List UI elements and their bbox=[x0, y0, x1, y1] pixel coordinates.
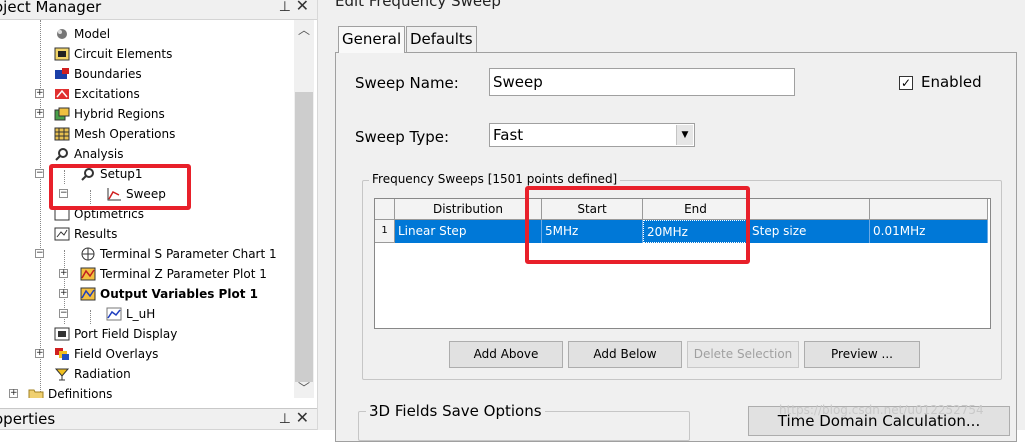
smith-chart-icon bbox=[80, 247, 96, 261]
antenna-icon bbox=[54, 367, 70, 381]
scroll-up-icon[interactable]: ︿ bbox=[294, 22, 314, 38]
sweep-type-select[interactable]: Fast ▼ bbox=[489, 123, 695, 147]
trace-icon bbox=[106, 307, 122, 321]
scrollbar-thumb[interactable] bbox=[295, 92, 313, 382]
fields-save-options-label: 3D Fields Save Options bbox=[366, 402, 545, 420]
project-tree: Model Circuit Elements + Boundaries + Ex… bbox=[0, 20, 294, 398]
sweep-grid[interactable]: Distribution Start End 1 Linear Step 5MH… bbox=[374, 198, 991, 329]
optimetrics-icon bbox=[54, 207, 70, 221]
column-header-5[interactable] bbox=[870, 199, 988, 220]
preview-button[interactable]: Preview ... bbox=[804, 341, 920, 368]
close-icon[interactable]: ✕ bbox=[296, 0, 309, 16]
port-field-icon bbox=[54, 327, 70, 341]
circuit-elements-icon bbox=[54, 47, 70, 61]
tree-connector bbox=[90, 310, 91, 324]
project-manager-pane: oject Manager ⊥ ✕ Model Circuit Elements… bbox=[0, 0, 317, 430]
folder-icon bbox=[28, 387, 44, 398]
expand-boundaries[interactable]: + bbox=[35, 89, 44, 98]
field-overlays-icon bbox=[54, 347, 70, 361]
project-manager-titlebar: oject Manager ⊥ ✕ bbox=[0, 0, 317, 20]
hybrid-regions-icon bbox=[54, 107, 70, 121]
collapse-analysis[interactable]: − bbox=[35, 169, 44, 178]
cell-start[interactable]: 5MHz bbox=[542, 220, 643, 243]
enabled-label: Enabled bbox=[921, 73, 982, 91]
sweep-type-label: Sweep Type: bbox=[355, 128, 450, 146]
row-number[interactable]: 1 bbox=[375, 220, 395, 243]
sweep-icon bbox=[106, 187, 122, 201]
tab-general[interactable]: General bbox=[338, 26, 406, 53]
expand-port-field-display[interactable]: + bbox=[35, 349, 44, 358]
magnifier-icon bbox=[80, 167, 96, 181]
column-header-distribution[interactable]: Distribution bbox=[395, 199, 542, 220]
expand-terminal-z[interactable]: + bbox=[59, 289, 68, 298]
chevron-down-icon[interactable]: ▼ bbox=[676, 125, 693, 145]
collapse-output-variables[interactable]: − bbox=[59, 309, 68, 318]
enabled-checkbox[interactable]: ✓ bbox=[899, 76, 913, 90]
collapse-results[interactable]: − bbox=[35, 249, 44, 258]
boundaries-icon bbox=[54, 67, 70, 81]
rectangular-plot-icon bbox=[80, 267, 96, 281]
properties-title: operties bbox=[0, 410, 56, 428]
frequency-sweeps-label: Frequency Sweeps [1501 points defined] bbox=[369, 172, 621, 186]
tree-scrollbar[interactable]: ︿ ﹀ bbox=[294, 20, 314, 398]
sweep-type-value: Fast bbox=[493, 126, 524, 144]
mesh-operations-icon bbox=[54, 127, 70, 141]
cell-distribution[interactable]: Linear Step bbox=[395, 220, 542, 243]
excitations-icon bbox=[54, 87, 70, 101]
cell-step-type[interactable]: Step size bbox=[749, 220, 870, 243]
cell-step-value[interactable]: 0.01MHz bbox=[870, 220, 988, 243]
scroll-down-icon[interactable]: ﹀ bbox=[294, 380, 314, 396]
model-icon bbox=[54, 27, 70, 41]
tree-connector bbox=[40, 20, 41, 398]
expand-definitions[interactable]: + bbox=[9, 389, 18, 398]
sweep-name-label: Sweep Name: bbox=[355, 74, 459, 92]
pin-icon[interactable]: ⊥ bbox=[279, 0, 291, 17]
pin-icon[interactable]: ⊥ bbox=[279, 409, 291, 429]
cell-end[interactable]: 20MHz bbox=[643, 220, 749, 243]
watermark: https://blog.csdn.net/u012252754 bbox=[779, 403, 984, 417]
delete-selection-button[interactable]: Delete Selection bbox=[687, 341, 799, 368]
tab-defaults[interactable]: Defaults bbox=[406, 26, 477, 52]
column-header-end[interactable]: End bbox=[643, 199, 749, 220]
add-below-button[interactable]: Add Below bbox=[568, 341, 682, 368]
results-icon bbox=[54, 227, 70, 241]
column-header-4[interactable] bbox=[749, 199, 870, 220]
sweep-name-input[interactable]: Sweep bbox=[489, 68, 795, 96]
project-manager-title: oject Manager bbox=[0, 0, 102, 16]
close-icon[interactable]: ✕ bbox=[296, 409, 309, 428]
tree-connector bbox=[64, 170, 65, 184]
grid-corner bbox=[375, 199, 395, 220]
magnifier-icon bbox=[54, 147, 70, 161]
expand-excitations[interactable]: + bbox=[35, 109, 44, 118]
collapse-setup1[interactable]: − bbox=[59, 189, 68, 198]
pane-splitter[interactable] bbox=[317, 0, 325, 430]
tree-connector bbox=[90, 190, 91, 204]
rectangular-plot-icon bbox=[80, 287, 96, 301]
expand-terminal-s[interactable]: + bbox=[59, 269, 68, 278]
dialog-title: Edit Frequency Sweep bbox=[335, 0, 501, 10]
add-above-button[interactable]: Add Above bbox=[449, 341, 563, 368]
properties-titlebar: operties ⊥ ✕ bbox=[0, 408, 317, 430]
column-header-start[interactable]: Start bbox=[542, 199, 643, 220]
